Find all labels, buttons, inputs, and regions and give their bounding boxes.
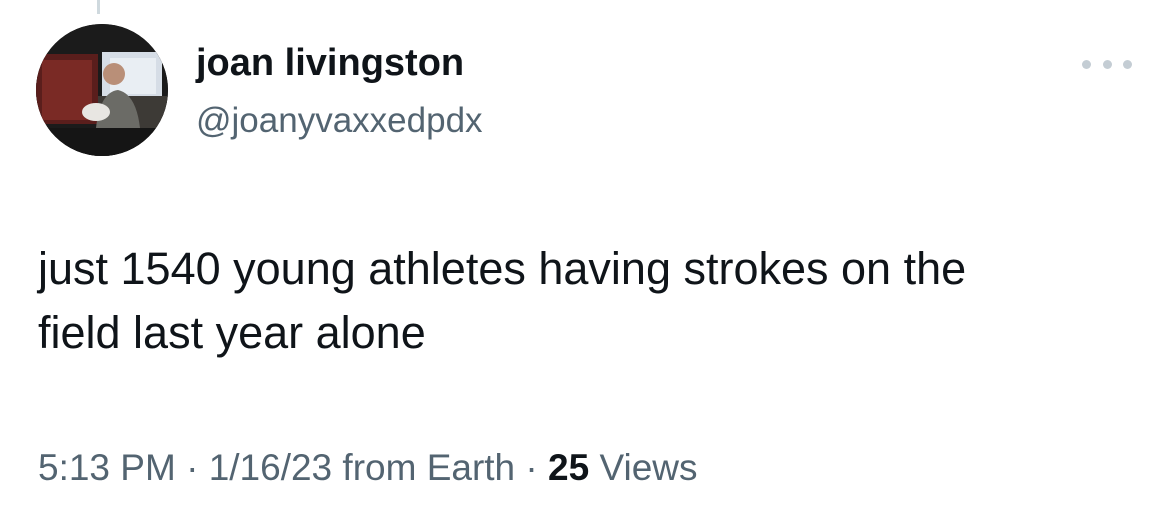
tweet-source: from Earth — [342, 447, 516, 488]
views-label[interactable]: Views — [599, 447, 697, 488]
tweet-text-line: just 1540 young athletes having strokes … — [38, 243, 967, 294]
more-dots-icon[interactable] — [1082, 52, 1132, 76]
dot — [1082, 59, 1091, 69]
separator: · — [525, 447, 538, 488]
tweet-time[interactable]: 5:13 PM — [38, 447, 176, 488]
author-handle[interactable]: @joanyvaxxedpdx — [196, 101, 483, 141]
views-count[interactable]: 25 — [548, 447, 589, 488]
avatar[interactable] — [36, 24, 168, 156]
avatar-photo — [36, 24, 168, 156]
tweet-metadata: 5:13 PM · 1/16/23 from Earth · 25 Views — [38, 447, 698, 489]
tweet-text: just 1540 young athletes having strokes … — [38, 237, 1138, 365]
author-name[interactable]: joan livingston — [196, 42, 464, 85]
dot — [1102, 59, 1112, 69]
thread-connector-line — [97, 0, 100, 14]
tweet-date[interactable]: 1/16/23 — [209, 447, 332, 488]
tweet-text-line: field last year alone — [38, 307, 426, 358]
dot — [1123, 59, 1132, 69]
separator: · — [186, 447, 199, 488]
